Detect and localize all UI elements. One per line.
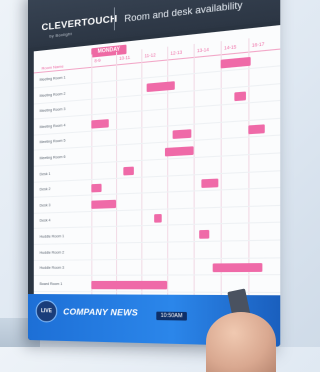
time-slot-header: 13-14 bbox=[196, 46, 209, 54]
row-divider bbox=[33, 222, 281, 230]
room-label[interactable]: Meeting Room 4 bbox=[40, 123, 66, 129]
row-divider bbox=[33, 117, 281, 136]
booking-block[interactable] bbox=[146, 80, 175, 92]
page-title: Room and desk availability bbox=[124, 0, 243, 24]
room-label[interactable]: Meeting Room 5 bbox=[40, 139, 66, 145]
row-divider bbox=[33, 169, 281, 183]
header-divider bbox=[113, 7, 115, 31]
room-label[interactable]: Meeting Room 3 bbox=[40, 107, 66, 113]
news-time: 10:50AM bbox=[156, 311, 187, 321]
room-label[interactable]: Meeting Room 1 bbox=[40, 75, 66, 81]
row-divider bbox=[33, 152, 281, 167]
room-label[interactable]: Huddle Room 1 bbox=[40, 234, 65, 239]
booking-block[interactable] bbox=[220, 56, 252, 69]
room-label[interactable]: Huddle Room 2 bbox=[40, 250, 65, 254]
room-label[interactable]: Meeting Room 2 bbox=[40, 91, 66, 97]
row-divider bbox=[33, 256, 281, 261]
room-label[interactable]: Desk 1 bbox=[40, 171, 51, 176]
booking-block[interactable] bbox=[234, 91, 246, 102]
booking-block[interactable] bbox=[212, 263, 263, 273]
room-label[interactable]: Desk 4 bbox=[40, 219, 51, 223]
time-slot-header: 12-13 bbox=[170, 49, 183, 56]
news-title[interactable]: COMPANY NEWS bbox=[63, 306, 138, 317]
room-label[interactable]: Desk 2 bbox=[40, 187, 51, 191]
time-slot-header: 10-11 bbox=[119, 54, 131, 62]
row-divider bbox=[33, 239, 281, 245]
person-head bbox=[206, 312, 276, 372]
booking-block[interactable] bbox=[123, 166, 134, 176]
live-badge: LIVE bbox=[35, 300, 58, 323]
room-label[interactable]: Huddle Room 3 bbox=[40, 266, 65, 270]
row-divider bbox=[33, 204, 281, 214]
booking-block[interactable] bbox=[91, 118, 109, 129]
room-label[interactable]: Board Room 1 bbox=[40, 282, 63, 286]
time-slot-header: 16-17 bbox=[251, 41, 265, 48]
booking-block[interactable] bbox=[91, 199, 117, 209]
time-slot-header: 8-9 bbox=[94, 57, 101, 64]
booking-block[interactable] bbox=[172, 129, 191, 140]
booking-block[interactable] bbox=[201, 178, 218, 189]
booking-block[interactable] bbox=[91, 183, 102, 193]
time-slot-header: 11-12 bbox=[144, 52, 156, 59]
room-label[interactable]: Desk 3 bbox=[40, 203, 51, 207]
time-slot-header: 14-15 bbox=[224, 44, 237, 51]
booking-block[interactable] bbox=[154, 214, 162, 224]
booking-block[interactable] bbox=[164, 146, 194, 157]
room-label[interactable]: Meeting Room 6 bbox=[40, 155, 66, 161]
booking-block[interactable] bbox=[248, 124, 266, 135]
brand-logo: CLEVERTOUCH by Boxlight bbox=[42, 13, 118, 39]
availability-grid: MONDAY Room Name 8-9 10-11 11-12 12-13 13-14… bbox=[33, 25, 281, 296]
row-divider bbox=[33, 274, 281, 277]
row-divider bbox=[33, 187, 281, 198]
booking-block[interactable] bbox=[91, 280, 168, 290]
row-divider bbox=[33, 100, 281, 120]
booking-block[interactable] bbox=[198, 229, 210, 239]
row-divider bbox=[33, 134, 281, 152]
